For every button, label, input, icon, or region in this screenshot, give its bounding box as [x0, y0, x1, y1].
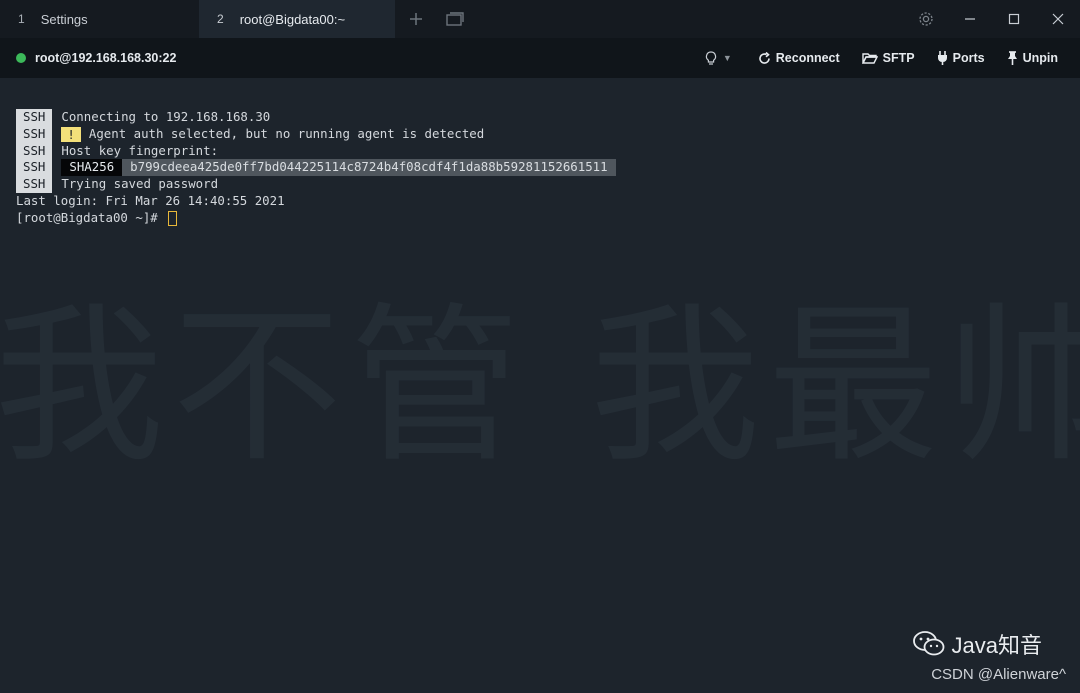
- split-tab-icon[interactable]: [435, 0, 475, 38]
- tab-terminal[interactable]: 2 root@Bigdata00:~: [199, 0, 395, 38]
- folder-open-icon: [861, 52, 878, 64]
- status-dot-icon: [16, 53, 26, 63]
- brand-name: Java知音: [951, 633, 1042, 658]
- reconnect-label: Reconnect: [775, 51, 840, 65]
- sha-algorithm-label: SHA256: [61, 159, 123, 177]
- reconnect-icon: [758, 51, 771, 65]
- line-text: Agent auth selected, but no running agen…: [88, 125, 485, 141]
- ssh-badge: SSH: [16, 159, 53, 177]
- last-login-text: Last login: Fri Mar 26 14:40:55 2021: [16, 192, 285, 208]
- lightbulb-icon: [705, 50, 716, 65]
- reconnect-button[interactable]: Reconnect: [758, 51, 840, 65]
- plug-icon: [937, 51, 948, 65]
- sftp-label: SFTP: [882, 51, 915, 65]
- terminal-line: SSH Host key fingerprint:: [16, 142, 616, 160]
- terminal-line: SSH SHA256 b799cdeea425de0ff7bd044225114…: [16, 159, 616, 177]
- brand-watermark: Java知音: [912, 628, 1042, 660]
- ssh-badge: SSH: [16, 125, 53, 143]
- chevron-down-icon: ▼: [722, 53, 732, 63]
- fingerprint-value[interactable]: b799cdeea425de0ff7bd044225114c8724b4f08c…: [122, 159, 616, 177]
- wechat-icon: [912, 631, 944, 656]
- tab-bar: 1 Settings 2 root@Bigdata00:~: [0, 0, 1080, 38]
- terminal-pane[interactable]: 我不管 我最帅 SSH Connecting to 192.168.168.30…: [0, 78, 1080, 693]
- unpin-label: Unpin: [1022, 51, 1058, 65]
- ports-label: Ports: [952, 51, 985, 65]
- terminal-output: SSH Connecting to 192.168.168.30 SSH ! A…: [16, 109, 616, 227]
- unpin-button[interactable]: Unpin: [1007, 51, 1058, 65]
- background-image-text: 我不管 我最帅: [0, 288, 1080, 486]
- connection-status: root@192.168.168.30:22: [16, 51, 176, 65]
- terminal-line: SSH Trying saved password: [16, 176, 616, 193]
- terminal-line: Last login: Fri Mar 26 14:40:55 2021: [16, 193, 616, 210]
- ports-button[interactable]: Ports: [937, 51, 985, 65]
- terminal-line: SSH ! Agent auth selected, but no runnin…: [16, 125, 616, 143]
- line-text: Connecting to 192.168.168.30: [61, 109, 271, 124]
- tab-settings[interactable]: 1 Settings: [0, 0, 199, 38]
- hints-dropdown[interactable]: ▼: [705, 50, 732, 66]
- ssh-badge: SSH: [16, 142, 53, 160]
- tab-number: 2: [217, 12, 224, 26]
- close-icon[interactable]: [1036, 0, 1080, 38]
- credit-watermark: CSDN @Alienware^: [931, 666, 1066, 683]
- sftp-button[interactable]: SFTP: [861, 51, 915, 65]
- terminal-cursor: [168, 210, 178, 226]
- terminal-prompt-line[interactable]: [root@Bigdata00 ~]#: [16, 210, 616, 227]
- line-text: Trying saved password: [61, 176, 219, 192]
- ssh-badge: SSH: [16, 176, 53, 193]
- terminal-line: SSH Connecting to 192.168.168.30: [16, 109, 616, 126]
- settings-gear-icon[interactable]: [904, 0, 948, 38]
- tab-number: 1: [18, 12, 25, 26]
- session-toolbar: root@192.168.168.30:22 ▼ Reconnect SFTP …: [0, 38, 1080, 78]
- shell-prompt: [root@Bigdata00 ~]#: [16, 209, 166, 225]
- pin-icon: [1007, 51, 1018, 65]
- ssh-badge: SSH: [16, 109, 53, 126]
- tab-label: Settings: [40, 11, 88, 27]
- minimize-icon[interactable]: [948, 0, 992, 38]
- warning-icon: !: [61, 126, 81, 142]
- maximize-icon[interactable]: [992, 0, 1036, 38]
- tab-label: root@Bigdata00:~: [239, 11, 346, 27]
- line-text: Host key fingerprint:: [61, 142, 219, 158]
- host-label: root@192.168.168.30:22: [35, 51, 177, 65]
- new-tab-icon[interactable]: [397, 0, 435, 38]
